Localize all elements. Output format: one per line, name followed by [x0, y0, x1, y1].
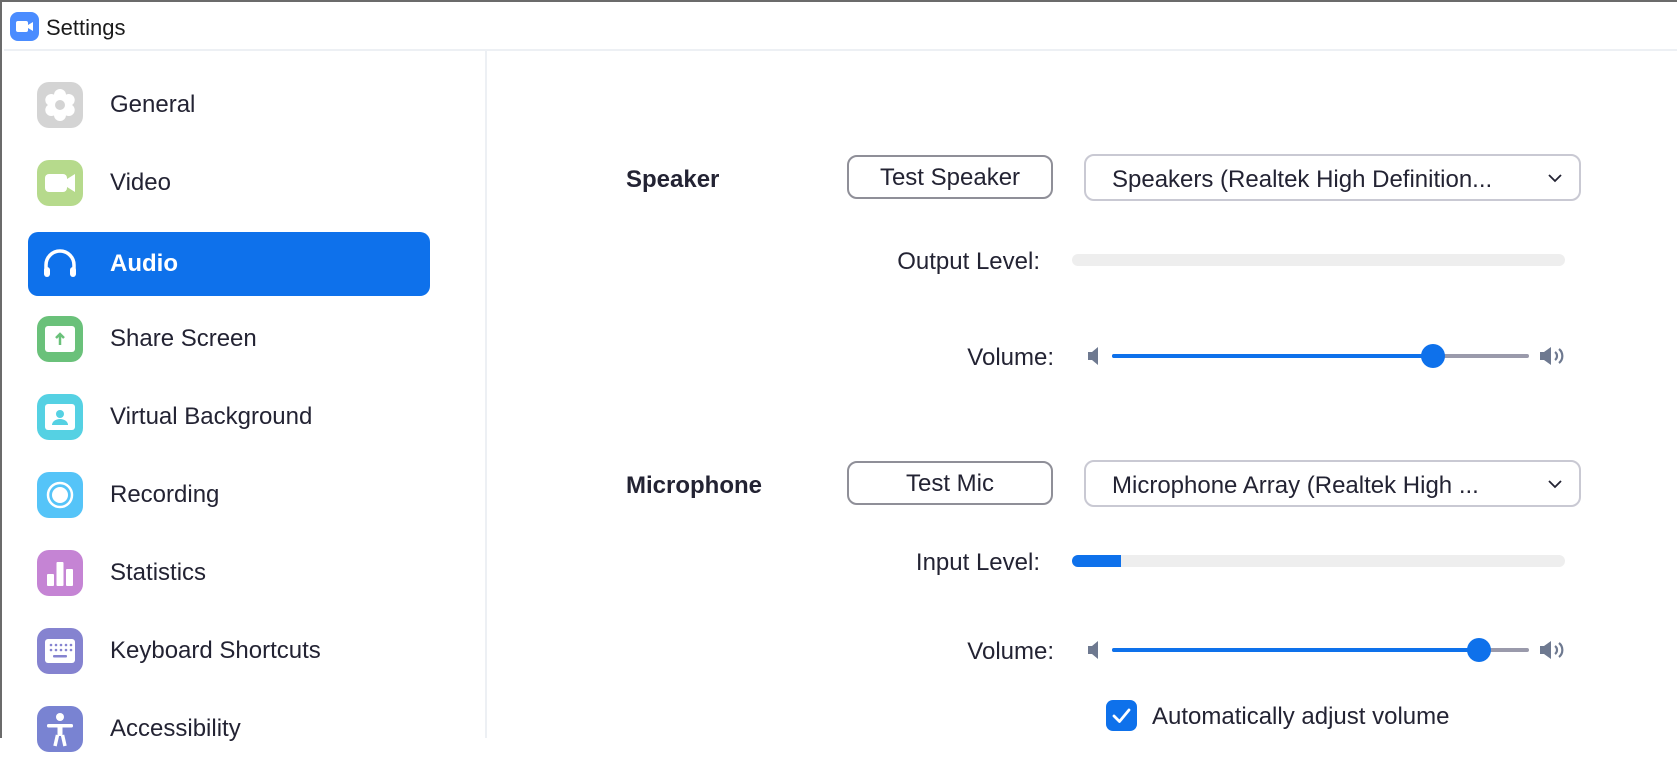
- settings-window: Settings General Video Audio Share Scree…: [0, 0, 1677, 752]
- sidebar-item-label: Video: [110, 169, 171, 196]
- sidebar-item-label: Statistics: [110, 559, 207, 586]
- sidebar-item-label: Keyboard Shortcuts: [110, 637, 321, 664]
- checkmark-icon: [1112, 708, 1131, 723]
- zoom-app-icon: [10, 12, 39, 41]
- auto-adjust-volume-checkbox[interactable]: [1106, 700, 1137, 731]
- input-level-meter: [1072, 555, 1565, 567]
- sidebar: General Video Audio Share Screen Virtual: [4, 51, 487, 752]
- headphones-icon: [37, 241, 83, 287]
- sidebar-item-label: General: [110, 91, 196, 118]
- volume-low-icon: [1088, 347, 1098, 365]
- slider-thumb[interactable]: [1421, 344, 1446, 368]
- auto-adjust-volume-label[interactable]: Automatically adjust volume: [1152, 703, 1449, 731]
- microphone-volume-slider[interactable]: [1112, 638, 1529, 662]
- sidebar-item-label: Virtual Background: [110, 403, 313, 430]
- microphone-device-select[interactable]: Microphone Array (Realtek High ...: [1084, 460, 1581, 507]
- speaker-device-value: Speakers (Realtek High Definition...: [1112, 166, 1493, 193]
- recording-icon: [37, 472, 83, 518]
- microphone-section-title: Microphone: [626, 472, 762, 499]
- slider-fill: [1112, 354, 1434, 358]
- sidebar-item-statistics[interactable]: Statistics: [28, 541, 430, 605]
- output-level-label: Output Level:: [897, 248, 1040, 275]
- sidebar-item-virtual-background[interactable]: Virtual Background: [28, 385, 430, 449]
- volume-high-icon: [1540, 641, 1564, 659]
- sidebar-item-label: Audio: [110, 250, 178, 277]
- speaker-device-select[interactable]: Speakers (Realtek High Definition...: [1084, 154, 1581, 201]
- sidebar-item-audio[interactable]: Audio: [28, 232, 430, 296]
- title-bar: Settings: [4, 4, 1677, 51]
- input-level-fill: [1072, 555, 1122, 567]
- speaker-section-title: Speaker: [626, 166, 720, 193]
- window-title: Settings: [46, 15, 126, 40]
- sidebar-item-general[interactable]: General: [28, 73, 430, 137]
- sidebar-item-accessibility[interactable]: Accessibility: [28, 697, 430, 761]
- share-screen-icon: [37, 316, 83, 362]
- video-camera-icon: [37, 160, 83, 206]
- microphone-device-value: Microphone Array (Realtek High ...: [1112, 472, 1479, 499]
- sidebar-item-share-screen[interactable]: Share Screen: [28, 307, 430, 371]
- chevron-down-icon: [1548, 480, 1562, 489]
- sidebar-item-label: Recording: [110, 481, 220, 508]
- keyboard-icon: [37, 628, 83, 674]
- virtual-background-icon: [37, 394, 83, 440]
- slider-fill: [1112, 648, 1479, 652]
- test-speaker-button[interactable]: Test Speaker: [847, 155, 1053, 199]
- chevron-down-icon: [1548, 174, 1562, 183]
- accessibility-icon: [37, 706, 83, 752]
- slider-thumb[interactable]: [1466, 638, 1491, 662]
- audio-settings-panel: Speaker Test Speaker Speakers (Realtek H…: [487, 51, 1677, 738]
- sidebar-item-label: Share Screen: [110, 325, 257, 352]
- sidebar-item-video[interactable]: Video: [28, 151, 430, 215]
- speaker-volume-label: Volume:: [967, 344, 1054, 371]
- gear-icon: [37, 82, 83, 128]
- microphone-volume-label: Volume:: [967, 638, 1054, 665]
- volume-low-icon: [1088, 641, 1098, 659]
- speaker-volume-slider[interactable]: [1112, 344, 1529, 368]
- statistics-icon: [37, 550, 83, 596]
- sidebar-item-label: Accessibility: [110, 715, 241, 742]
- sidebar-item-recording[interactable]: Recording: [28, 463, 430, 527]
- input-level-label: Input Level:: [915, 549, 1040, 576]
- volume-high-icon: [1540, 347, 1564, 365]
- output-level-meter: [1072, 254, 1565, 266]
- test-mic-button[interactable]: Test Mic: [847, 461, 1053, 505]
- sidebar-item-keyboard-shortcuts[interactable]: Keyboard Shortcuts: [28, 619, 430, 683]
